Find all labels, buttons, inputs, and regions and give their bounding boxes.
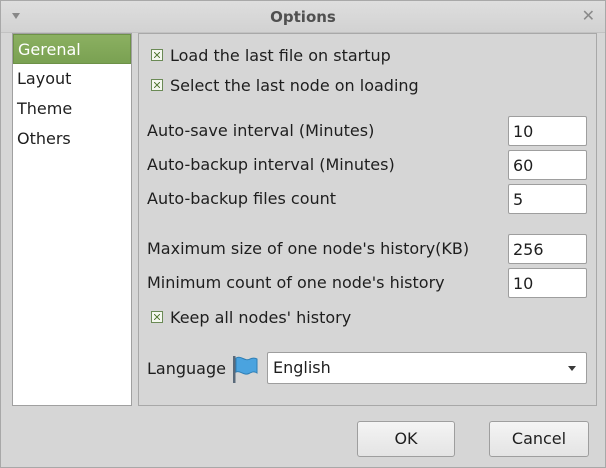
max-history-size-field[interactable]: [508, 234, 587, 264]
keep-all-history-label: Keep all nodes' history: [170, 307, 352, 327]
close-icon[interactable]: ✕: [582, 7, 595, 25]
min-history-count-field[interactable]: [508, 268, 587, 298]
window-title: Options: [270, 8, 336, 26]
checkbox-checked-icon[interactable]: [151, 79, 163, 91]
sidebar-item-theme[interactable]: Theme: [13, 94, 131, 124]
language-select[interactable]: English: [267, 352, 587, 384]
checkbox-checked-icon[interactable]: [151, 49, 163, 61]
cancel-button[interactable]: Cancel: [489, 421, 589, 457]
options-dialog: Options ✕ Gerenal Layout Theme Others Lo…: [0, 0, 606, 468]
min-history-count-label: Minimum count of one node's history: [147, 273, 445, 292]
max-history-size-label: Maximum size of one node's history(KB): [147, 239, 470, 258]
sidebar-item-others[interactable]: Others: [13, 124, 131, 154]
autobackup-interval-field[interactable]: [508, 150, 587, 180]
sidebar-item-general[interactable]: Gerenal: [13, 34, 131, 64]
autosave-interval-label: Auto-save interval (Minutes): [147, 121, 375, 140]
title-bar[interactable]: Options ✕: [1, 1, 605, 33]
select-last-node-checkbox[interactable]: Select the last node on loading: [151, 74, 419, 96]
language-label: Language: [147, 359, 226, 378]
autobackup-count-field[interactable]: [508, 184, 587, 214]
general-settings-panel: Load the last file on startup Select the…: [138, 33, 597, 406]
load-last-file-label: Load the last file on startup: [170, 45, 391, 65]
keep-all-history-checkbox[interactable]: Keep all nodes' history: [151, 306, 351, 328]
load-last-file-checkbox[interactable]: Load the last file on startup: [151, 44, 391, 66]
sidebar-item-layout[interactable]: Layout: [13, 64, 131, 94]
autobackup-count-label: Auto-backup files count: [147, 189, 337, 208]
autobackup-interval-label: Auto-backup interval (Minutes): [147, 155, 395, 174]
checkbox-checked-icon[interactable]: [151, 311, 163, 323]
flag-icon: [233, 356, 258, 383]
ok-button[interactable]: OK: [357, 421, 455, 457]
autosave-interval-field[interactable]: [508, 116, 587, 146]
chevron-down-icon[interactable]: [568, 366, 576, 371]
select-last-node-label: Select the last node on loading: [170, 75, 419, 95]
language-select-value: English: [273, 358, 331, 377]
category-sidebar: Gerenal Layout Theme Others: [12, 33, 132, 406]
